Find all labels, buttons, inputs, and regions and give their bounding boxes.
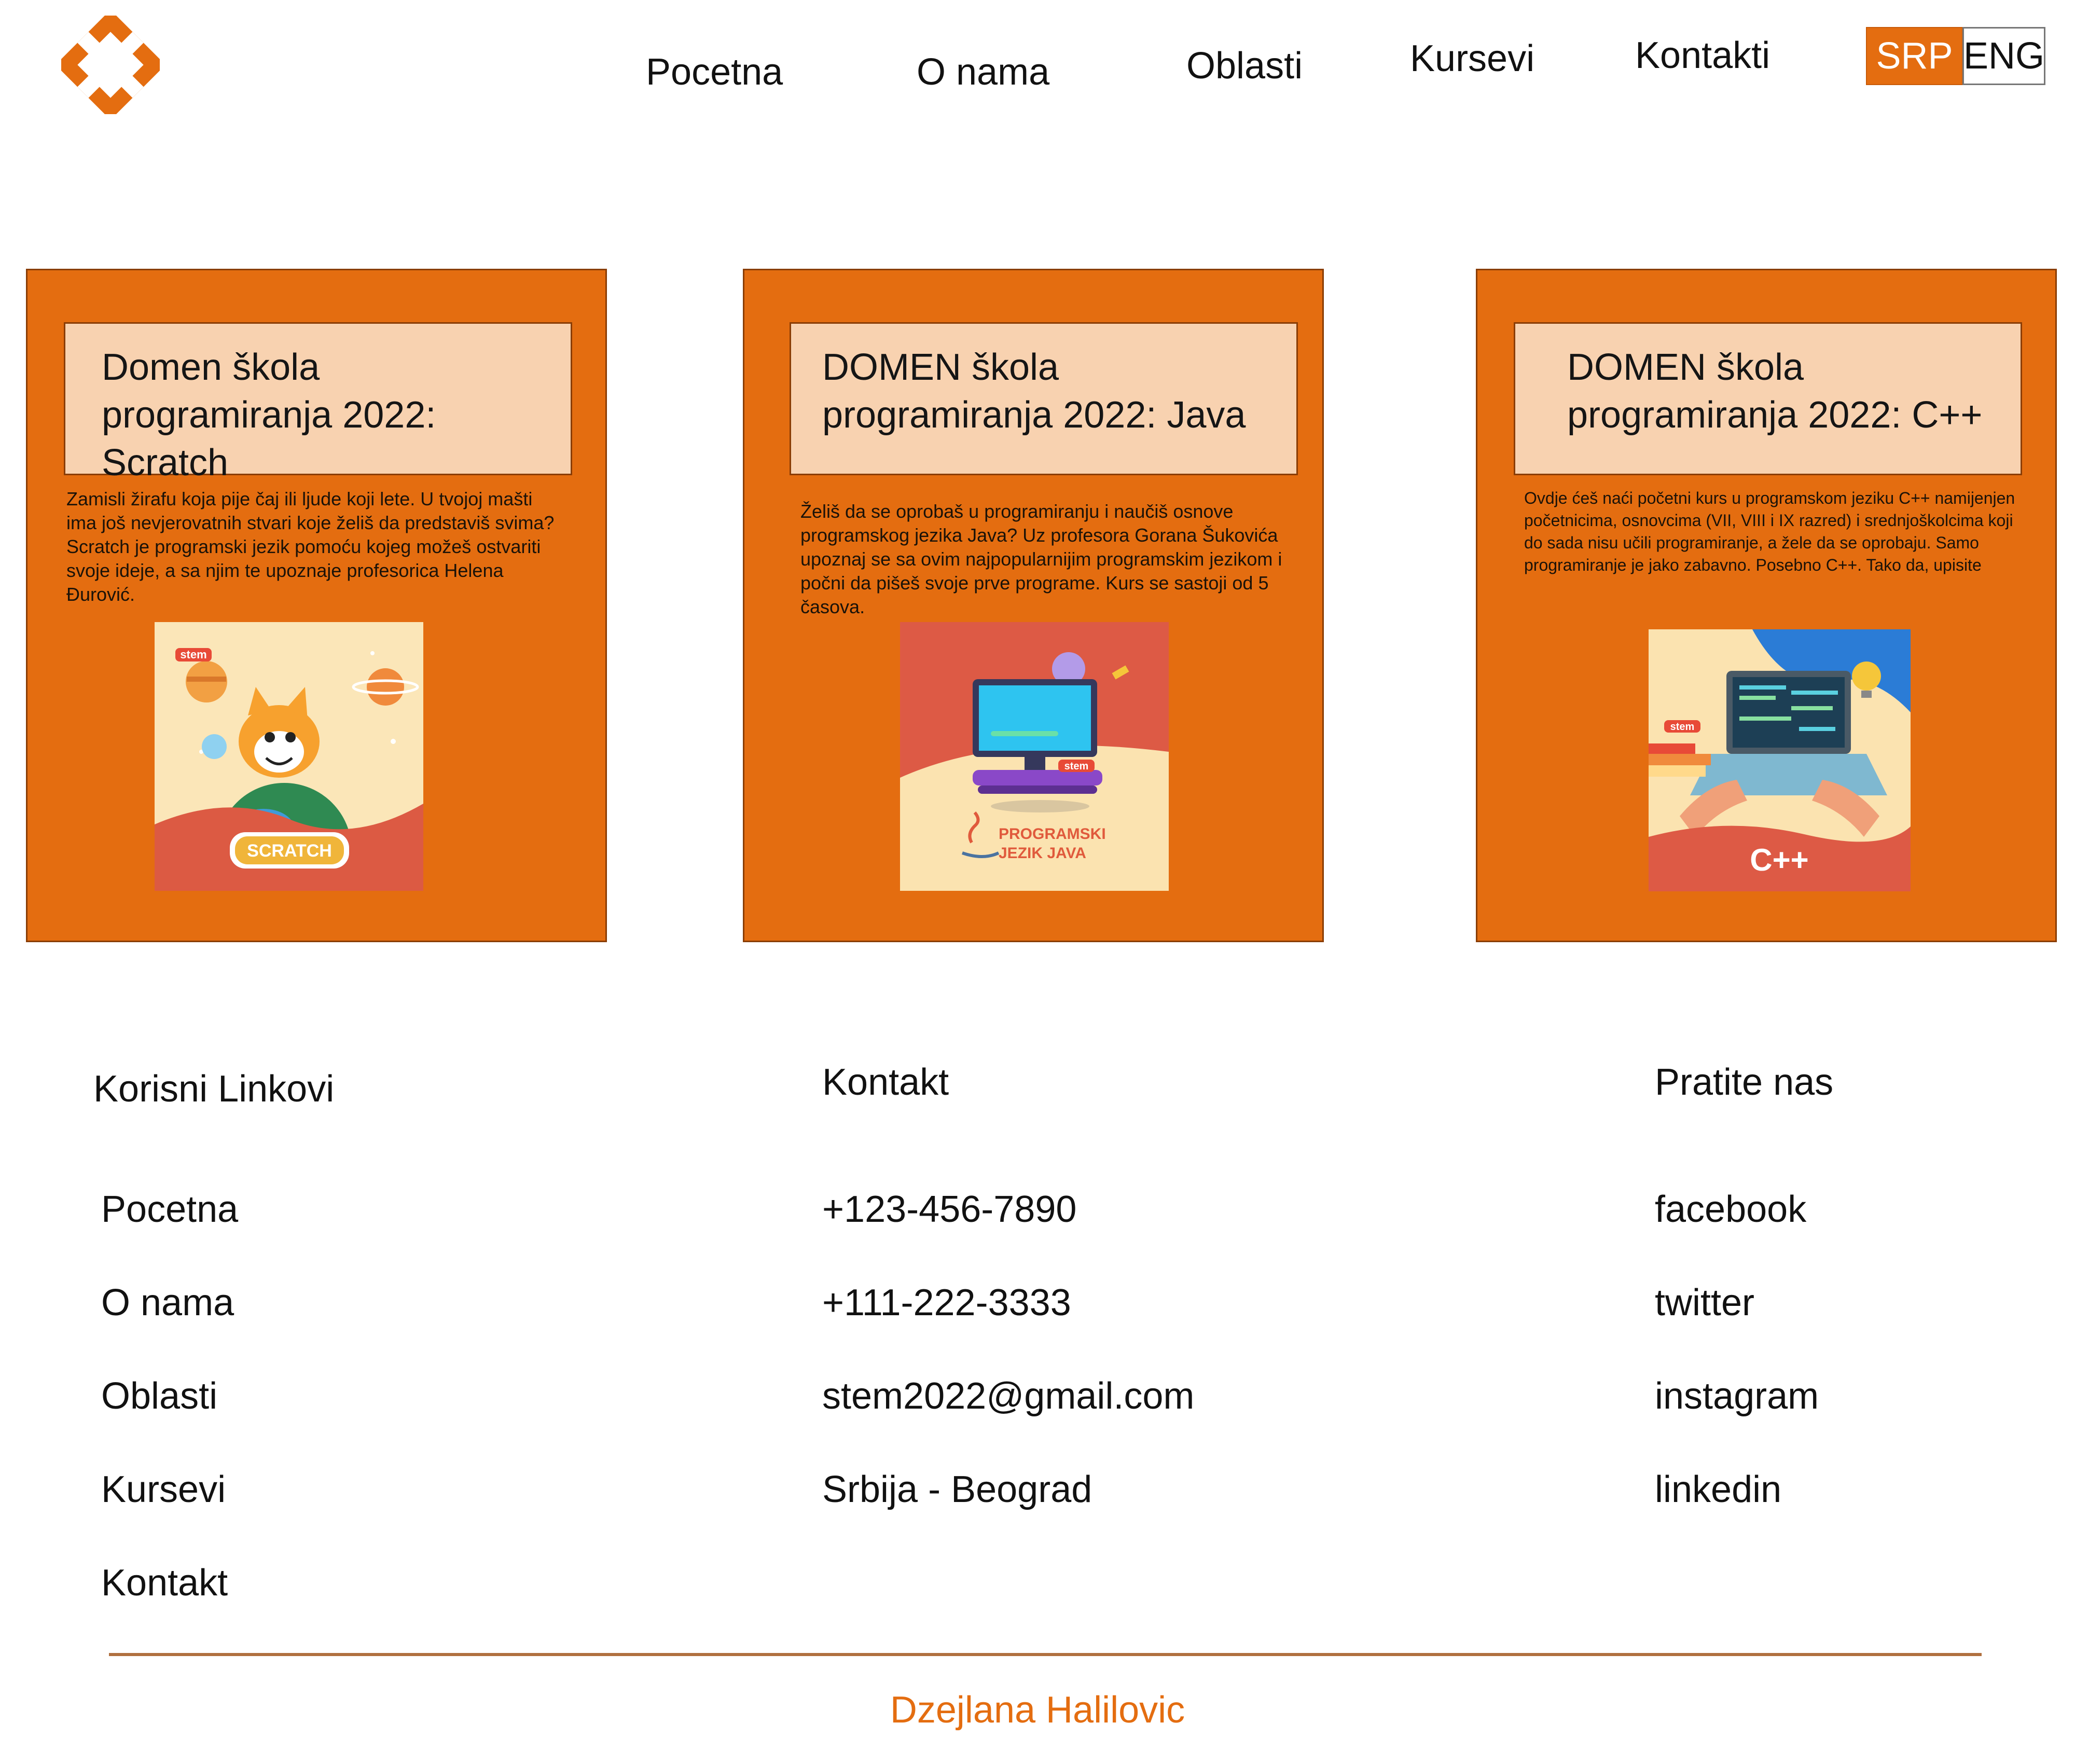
card-title-box: Domen škola programiranja 2022: Scratch [64, 322, 572, 484]
card-title-box: DOMEN škola programiranja 2022: Java [790, 322, 1298, 475]
card-title: Domen škola programiranja 2022: Scratch [102, 347, 436, 484]
nav-kontakti[interactable]: Kontakti [1635, 34, 1770, 77]
footer-contact-heading: Kontakt [822, 1062, 949, 1103]
course-card-java[interactable]: DOMEN škola programiranja 2022: Java Žel… [743, 269, 1324, 942]
cpp-course-image[interactable]: C++ stem [1649, 629, 1911, 891]
scratch-logo-text: SCRATCH [247, 841, 332, 861]
footer-follow-heading: Pratite nas [1655, 1062, 1834, 1103]
stem-badge-text: stem [1064, 761, 1089, 772]
card-description: Želiš da se oprobaš u programiranju i na… [800, 501, 1282, 617]
lang-eng-button[interactable]: ENG [1962, 27, 2045, 85]
contact-location: Srbija - Beograd [822, 1469, 1092, 1510]
stem-badge-text: stem [180, 648, 206, 661]
course-card-cpp[interactable]: DOMEN škola programiranja 2022: C++ Ovdj… [1476, 269, 2057, 942]
footer-divider [109, 1653, 1982, 1656]
course-card-scratch[interactable]: Domen škola programiranja 2022: Scratch … [26, 269, 607, 942]
java-computer-illustration-icon: PROGRAMSKI JEZIK JAVA stem [900, 622, 1169, 891]
orange-diamond-logo-icon [55, 9, 166, 120]
footer-link-kursevi[interactable]: Kursevi [101, 1468, 226, 1511]
social-link-facebook[interactable]: facebook [1655, 1188, 1806, 1231]
card-title: DOMEN škola programiranja 2022: C++ [1567, 347, 1983, 436]
cpp-laptop-illustration-icon: C++ stem [1649, 629, 1911, 891]
contact-phone-1[interactable]: +123-456-7890 [822, 1188, 1076, 1231]
footer-link-o-nama[interactable]: O nama [101, 1281, 234, 1324]
footer-link-pocetna[interactable]: Pocetna [101, 1188, 238, 1231]
java-course-image[interactable]: PROGRAMSKI JEZIK JAVA stem [900, 622, 1169, 891]
scratch-cat-illustration-icon: SCRATCH stem [155, 622, 423, 891]
footer-link-oblasti[interactable]: Oblasti [101, 1375, 217, 1417]
nav-oblasti[interactable]: Oblasti [1186, 45, 1303, 87]
social-link-twitter[interactable]: twitter [1655, 1281, 1754, 1324]
author-credit: Dzejlana Halilovic [890, 1689, 1185, 1731]
card-description: Ovdje ćeš naći početni kurs u programsko… [1524, 489, 2015, 574]
contact-email[interactable]: stem2022@gmail.com [822, 1375, 1194, 1417]
social-link-linkedin[interactable]: linkedin [1655, 1468, 1781, 1511]
footer-link-kontakt[interactable]: Kontakt [101, 1562, 228, 1604]
cpp-image-label: C++ [1750, 843, 1808, 877]
card-title: DOMEN škola programiranja 2022: Java [822, 347, 1246, 436]
lang-srp-button[interactable]: SRP [1866, 27, 1963, 85]
nav-o-nama[interactable]: O nama [917, 51, 1049, 93]
card-description: Zamisli žirafu koja pije čaj ili ljude k… [66, 488, 555, 605]
stem-badge-text: stem [1670, 721, 1695, 733]
nav-pocetna[interactable]: Pocetna [646, 51, 783, 93]
social-link-instagram[interactable]: instagram [1655, 1375, 1819, 1417]
footer-links-heading: Korisni Linkovi [93, 1068, 335, 1110]
site-logo[interactable] [55, 9, 166, 120]
nav-kursevi[interactable]: Kursevi [1410, 37, 1534, 80]
scratch-course-image[interactable]: SCRATCH stem [155, 622, 423, 891]
contact-phone-2[interactable]: +111-222-3333 [822, 1281, 1071, 1324]
card-title-box: DOMEN škola programiranja 2022: C++ [1514, 322, 2022, 475]
